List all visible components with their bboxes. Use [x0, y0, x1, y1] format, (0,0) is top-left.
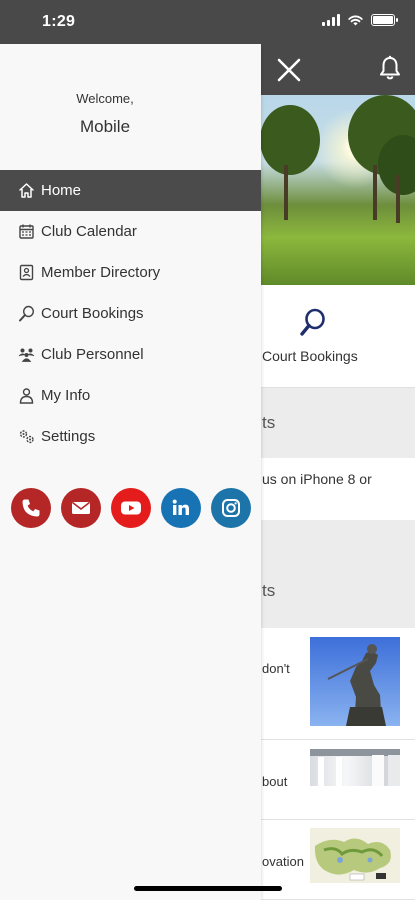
notice-text: us on iPhone 8 or — [262, 471, 372, 487]
battery-icon — [371, 14, 398, 26]
home-icon — [18, 182, 35, 199]
instagram-button[interactable] — [211, 488, 251, 528]
racquet-icon — [18, 305, 35, 322]
instagram-icon — [222, 499, 240, 517]
person-icon — [18, 387, 35, 404]
email-button[interactable] — [61, 488, 101, 528]
menu-item-label: Court Bookings — [41, 305, 144, 322]
home-indicator[interactable] — [134, 886, 282, 891]
youtube-icon — [121, 501, 141, 515]
course-map-image — [310, 828, 400, 883]
phone-icon — [22, 499, 40, 517]
phone-button[interactable] — [11, 488, 51, 528]
youtube-button[interactable] — [111, 488, 151, 528]
linkedin-icon — [172, 499, 189, 515]
menu-item-court-bookings[interactable]: Court Bookings — [0, 293, 261, 334]
linkedin-button[interactable] — [161, 488, 201, 528]
user-name: Mobile — [79, 117, 131, 136]
gears-icon — [18, 428, 35, 445]
social-links — [11, 488, 251, 528]
section-header — [258, 520, 415, 628]
menu-item-club-personnel[interactable]: Club Personnel — [0, 334, 261, 375]
racquet-icon — [300, 308, 325, 336]
menu-item-home[interactable]: Home — [0, 170, 261, 211]
menu-item-club-calendar[interactable]: Club Calendar — [0, 211, 261, 252]
wifi-icon — [348, 15, 363, 26]
menu-item-settings[interactable]: Settings — [0, 416, 261, 457]
building-image — [310, 749, 400, 786]
menu-item-label: Member Directory — [41, 264, 161, 281]
drawer-menu: Home Club Calendar Member Directory Cour… — [0, 170, 261, 457]
status-bar: 1:29 — [0, 0, 415, 44]
menu-item-my-info[interactable]: My Info — [0, 375, 261, 416]
email-icon — [72, 501, 90, 514]
menu-item-label: Home — [41, 182, 82, 199]
notice-card[interactable] — [258, 458, 415, 520]
bell-icon[interactable] — [378, 55, 402, 81]
news-text: don't — [262, 661, 290, 676]
status-icons — [322, 14, 398, 26]
menu-item-label: Club Personnel — [41, 346, 144, 363]
section-header — [258, 388, 415, 458]
menu-item-label: Settings — [41, 428, 96, 445]
contact-card-icon — [18, 264, 35, 281]
menu-item-label: My Info — [41, 387, 91, 404]
menu-item-label: Club Calendar — [41, 223, 137, 240]
court-bookings-label: Court Bookings — [262, 348, 358, 364]
court-bookings-tile[interactable] — [258, 285, 415, 388]
section-title: ts — [262, 581, 276, 600]
section-title: ts — [262, 413, 276, 432]
status-time: 1:29 — [42, 13, 76, 30]
golfer-statue-image — [310, 637, 400, 726]
news-text: bout — [262, 774, 288, 789]
calendar-icon — [18, 223, 35, 240]
news-text: ovation — [262, 854, 304, 869]
menu-item-member-directory[interactable]: Member Directory — [0, 252, 261, 293]
people-icon — [18, 346, 35, 363]
close-icon[interactable] — [276, 57, 302, 83]
hero-image — [258, 95, 415, 285]
welcome-text: Welcome, — [76, 91, 134, 106]
side-drawer: Welcome, Mobile Home Club Calendar Membe… — [0, 44, 261, 900]
signal-icon — [322, 14, 340, 26]
